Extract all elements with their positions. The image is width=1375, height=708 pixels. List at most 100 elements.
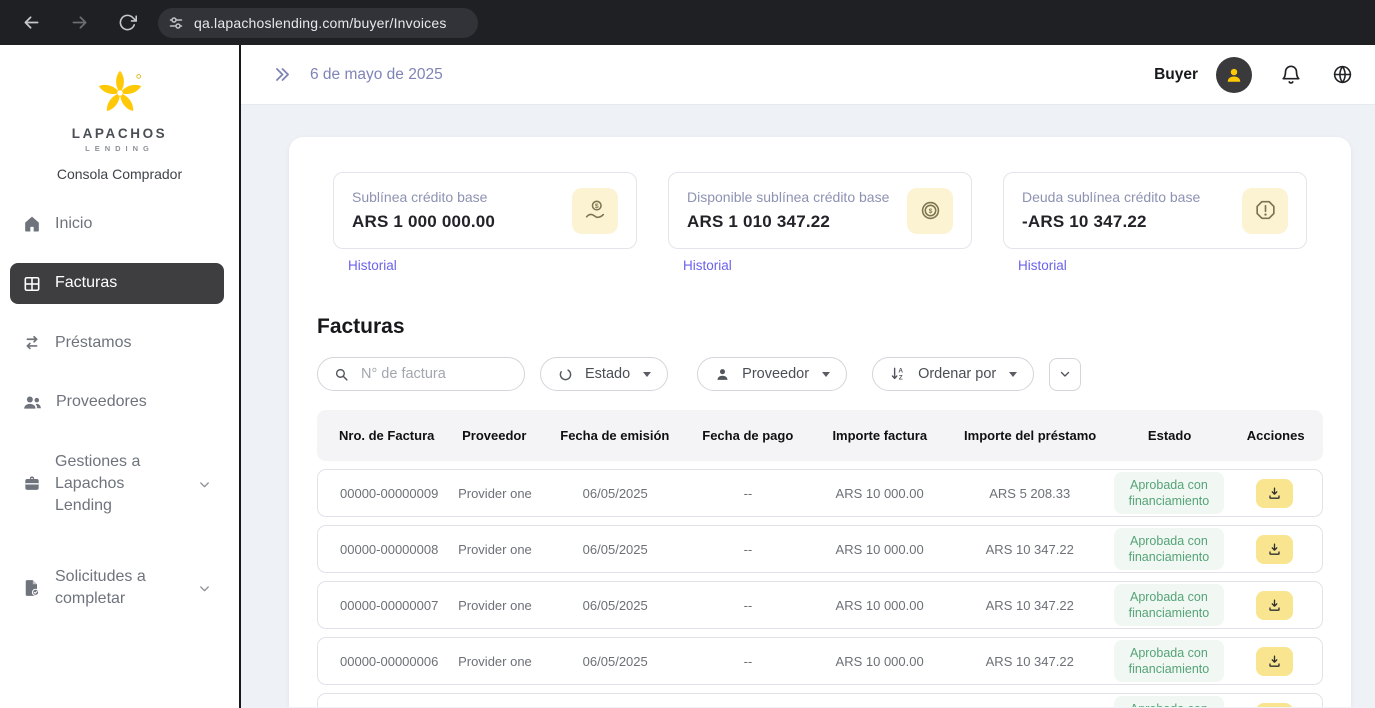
- download-button[interactable]: [1256, 646, 1294, 676]
- cell-invoice-number: 00000-00000007: [340, 597, 439, 613]
- sidebar-item-inicio[interactable]: Inicio: [10, 204, 224, 244]
- briefcase-icon: [22, 474, 42, 494]
- site-settings-icon[interactable]: [168, 15, 184, 31]
- table-row: 00000-00000009 Provider one 06/05/2025 -…: [317, 469, 1323, 517]
- sidebar-item-gestiones[interactable]: Gestiones a Lapachos Lending: [10, 442, 224, 527]
- cell-payment-date: --: [743, 485, 753, 501]
- page-title: Facturas: [317, 315, 405, 338]
- flower-logo-icon: [92, 65, 148, 121]
- download-button[interactable]: [1256, 702, 1294, 707]
- cell-provider: Provider one: [458, 597, 532, 613]
- person-icon: [714, 366, 731, 383]
- caret-down-icon: [1009, 371, 1018, 377]
- current-date: 6 de mayo de 2025: [310, 65, 443, 83]
- swap-arrows-icon: [22, 333, 42, 353]
- cell-loan-amount: ARS 5 208.33: [989, 485, 1071, 501]
- caret-down-icon: [822, 371, 831, 377]
- file-check-icon: [22, 578, 42, 598]
- alert-octagon-icon: [1242, 187, 1288, 234]
- notifications-bell-icon[interactable]: [1280, 64, 1302, 86]
- status-badge: Aprobada con financiamiento: [1114, 527, 1224, 571]
- table-row: 00000-00000007 Provider one 06/05/2025 -…: [317, 581, 1323, 629]
- sidebar-item-proveedores[interactable]: Proveedores: [10, 382, 224, 422]
- people-icon: [22, 392, 43, 413]
- historial-link[interactable]: Historial: [683, 258, 732, 273]
- filters-expand-button[interactable]: [1049, 357, 1082, 391]
- cell-provider: Provider one: [458, 653, 532, 669]
- summary-cards: Sublínea crédito base ARS 1 000 000.00 $: [333, 172, 1307, 275]
- invoice-rows: 00000-00000009 Provider one 06/05/2025 -…: [317, 469, 1323, 707]
- cell-provider: Provider one: [458, 485, 532, 501]
- browser-chrome: qa.lapachoslending.com/buyer/Invoices: [0, 0, 1375, 45]
- sort-az-icon: A Z: [889, 365, 907, 383]
- cell-issue-date: 06/05/2025: [582, 541, 648, 557]
- cell-invoice-amount: ARS 10 000.00: [835, 597, 924, 613]
- grid-icon: [22, 274, 42, 294]
- cell-payment-date: --: [743, 597, 753, 613]
- browser-forward-icon[interactable]: [62, 6, 96, 40]
- filter-bar: Estado Proveedor: [317, 357, 1323, 391]
- status-badge: Aprobada con financiamiento: [1114, 583, 1224, 627]
- table-row: 00000-00000006 Provider one 06/05/2025 -…: [317, 637, 1323, 685]
- cell-invoice-amount: ARS 10 000.00: [835, 653, 924, 669]
- coins-icon: $: [907, 187, 953, 234]
- cell-invoice-amount: ARS 10 000.00: [835, 485, 924, 501]
- content-area: Sublínea crédito base ARS 1 000 000.00 $: [241, 105, 1375, 707]
- logo-subtitle: LENDING: [85, 144, 154, 153]
- cell-invoice-number: 00000-00000008: [340, 541, 439, 557]
- download-button[interactable]: [1256, 534, 1294, 564]
- search-input[interactable]: [361, 366, 511, 382]
- cell-payment-date: --: [743, 541, 753, 557]
- url-text: qa.lapachoslending.com/buyer/Invoices: [194, 14, 447, 31]
- status-badge: Aprobada con financiamiento: [1114, 639, 1224, 683]
- chevron-down-icon[interactable]: [197, 477, 212, 492]
- cell-loan-amount: ARS 10 347.22: [985, 653, 1074, 669]
- card-deuda-sublinea: Deuda sublínea crédito base -ARS 10 347.…: [1003, 172, 1307, 249]
- caret-down-icon: [643, 371, 652, 377]
- svg-text:A: A: [898, 368, 903, 375]
- sidebar-item-solicitudes[interactable]: Solicitudes a completar: [10, 557, 224, 620]
- cell-loan-amount: ARS 10 347.22: [985, 541, 1074, 557]
- sidebar-item-prestamos[interactable]: Préstamos: [10, 323, 224, 363]
- browser-refresh-icon[interactable]: [110, 6, 144, 40]
- sidebar-collapse-icon[interactable]: [273, 65, 292, 84]
- svg-text:$: $: [928, 208, 932, 215]
- cell-provider: Provider one: [458, 541, 532, 557]
- topbar: 6 de mayo de 2025 Buyer: [241, 45, 1375, 105]
- cell-invoice-number: 00000-00000006: [340, 653, 439, 669]
- language-globe-icon[interactable]: [1332, 64, 1353, 85]
- download-button[interactable]: [1256, 478, 1294, 508]
- invoice-search[interactable]: [317, 357, 525, 391]
- status-loader-icon: [557, 366, 574, 383]
- logo-wordmark: LAPACHOS: [71, 126, 168, 141]
- chevron-down-icon[interactable]: [197, 581, 212, 596]
- card-sublinea-credito: Sublínea crédito base ARS 1 000 000.00 $: [333, 172, 637, 249]
- card-disponible-sublinea: Disponible sublínea crédito base ARS 1 0…: [668, 172, 972, 249]
- cell-invoice-amount: ARS 10 000.00: [835, 541, 924, 557]
- sidebar-nav: Inicio Facturas Préstamos Proveedores Ge…: [0, 204, 239, 650]
- app-logo: LAPACHOS LENDING Consola Comprador: [0, 45, 239, 182]
- status-badge: Aprobada con financiamiento: [1114, 695, 1224, 707]
- cell-payment-date: --: [743, 653, 753, 669]
- svg-text:$: $: [594, 203, 598, 210]
- sidebar-item-facturas[interactable]: Facturas: [10, 263, 224, 304]
- svg-text:Z: Z: [899, 375, 903, 382]
- table-header: Nro. de Factura Proveedor Fecha de emisi…: [317, 410, 1323, 461]
- download-button[interactable]: [1256, 590, 1294, 620]
- browser-back-icon[interactable]: [14, 6, 48, 40]
- ordenar-filter[interactable]: A Z Ordenar por: [872, 357, 1035, 391]
- table-row: 00000-00000008 Provider one 06/05/2025 -…: [317, 525, 1323, 573]
- search-icon: [333, 366, 350, 383]
- user-avatar[interactable]: [1216, 56, 1252, 93]
- historial-link[interactable]: Historial: [348, 258, 397, 273]
- estado-filter[interactable]: Estado: [540, 357, 669, 391]
- historial-link[interactable]: Historial: [1018, 258, 1067, 273]
- cell-invoice-number: 00000-00000009: [340, 485, 439, 501]
- table-row: Aprobada con financiamiento: [317, 693, 1323, 707]
- address-bar[interactable]: qa.lapachoslending.com/buyer/Invoices: [158, 7, 478, 38]
- cell-issue-date: 06/05/2025: [582, 485, 648, 501]
- proveedor-filter[interactable]: Proveedor: [697, 357, 848, 391]
- console-label: Consola Comprador: [56, 166, 183, 182]
- home-icon: [22, 214, 42, 234]
- cell-loan-amount: ARS 10 347.22: [985, 597, 1074, 613]
